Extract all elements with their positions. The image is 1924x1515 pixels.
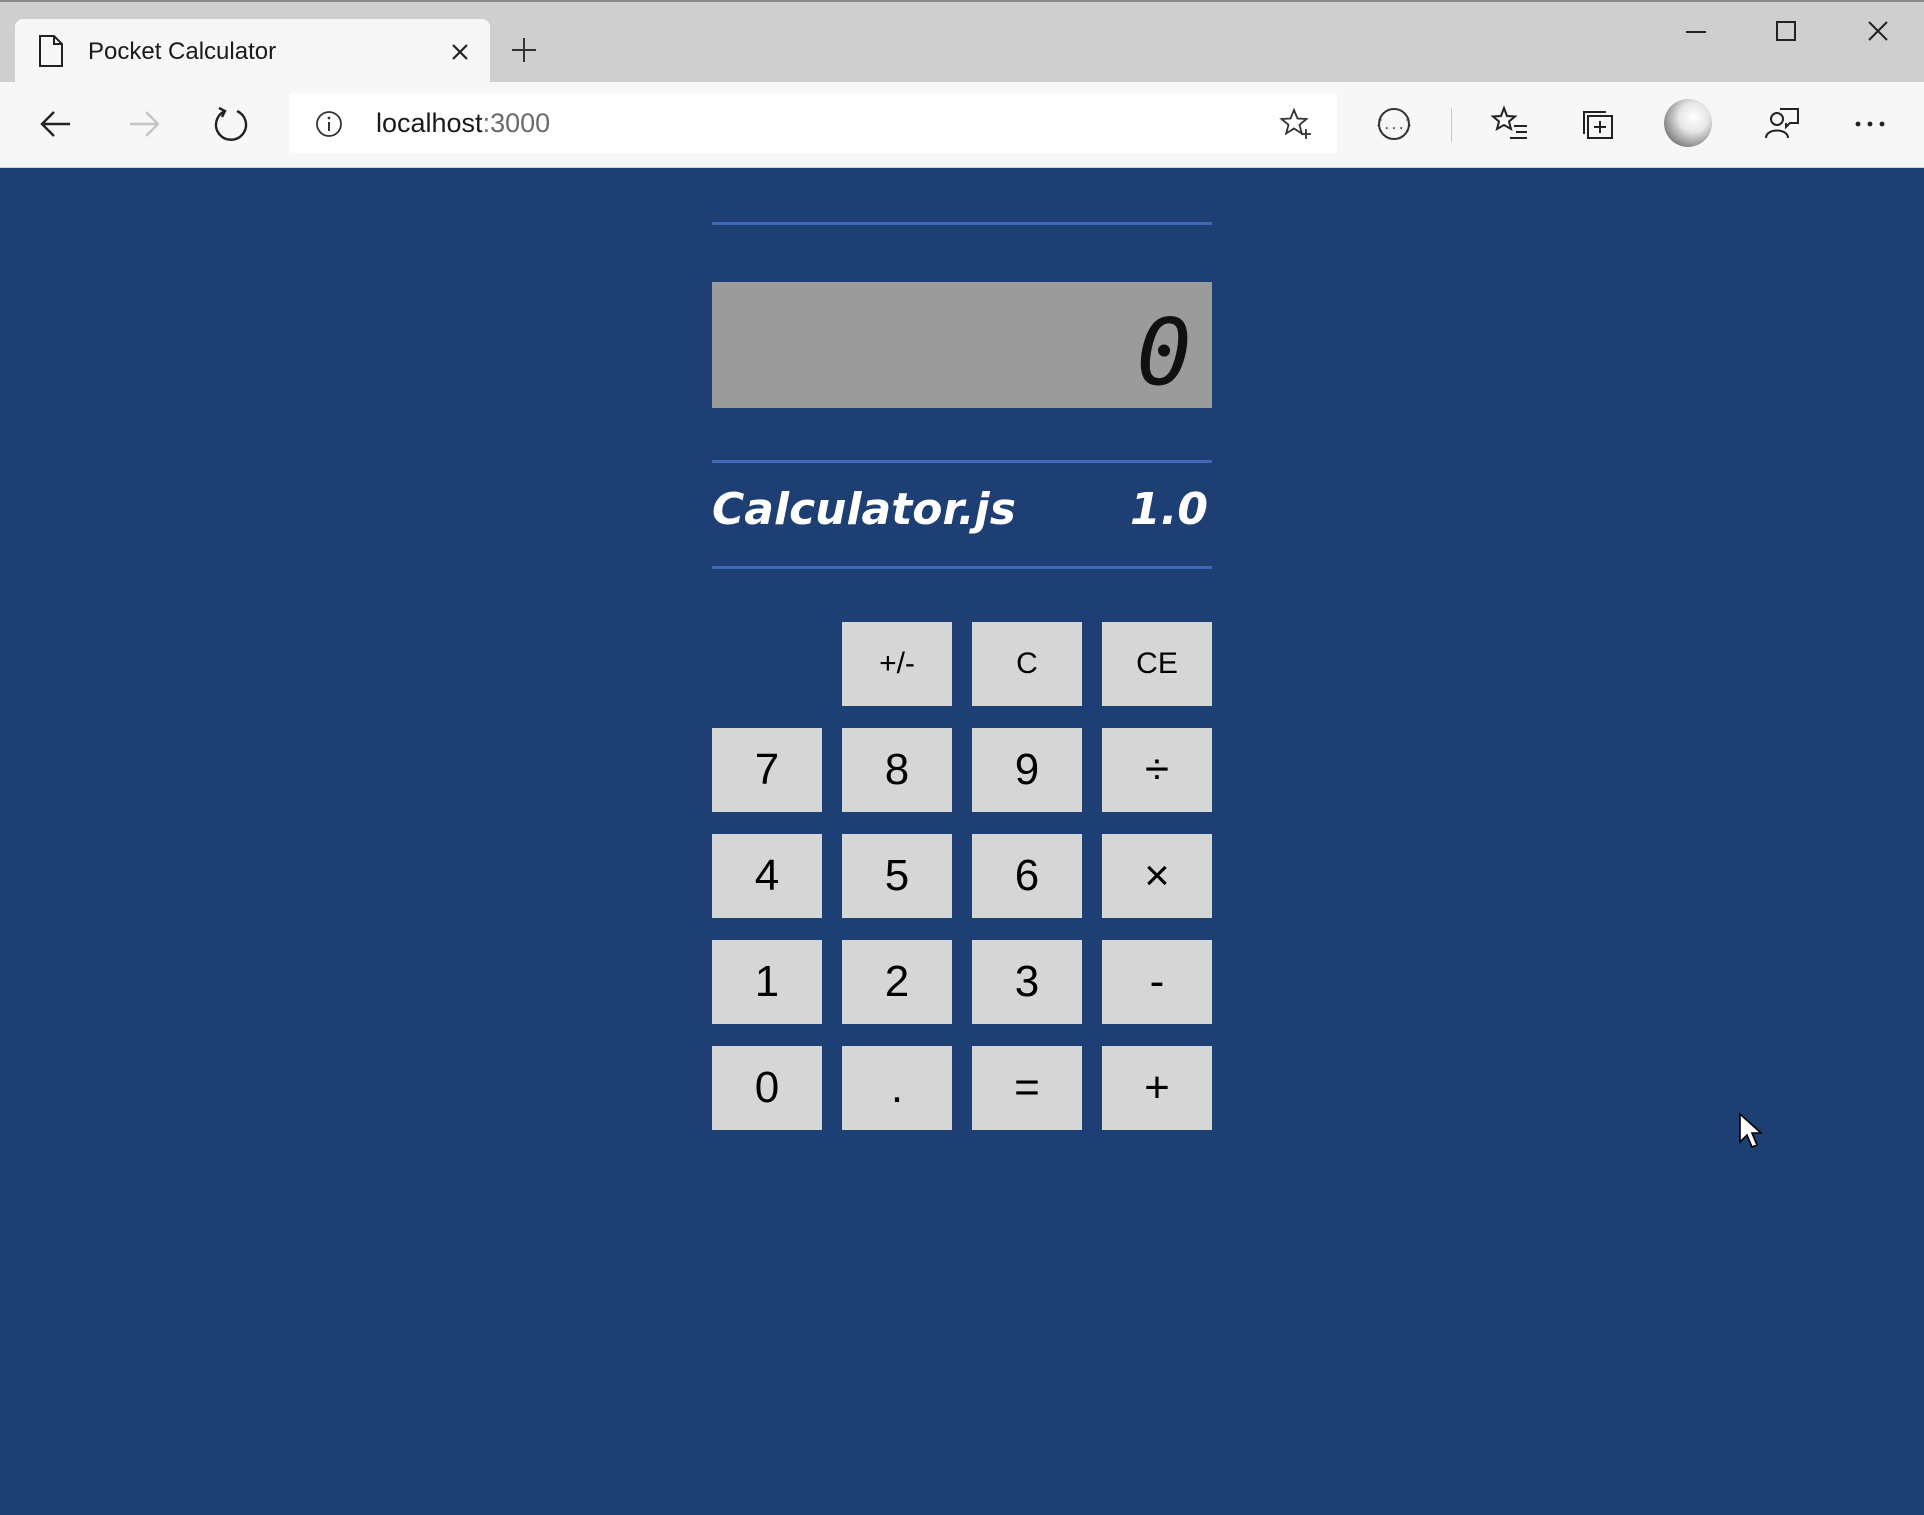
favorites-icon[interactable]	[1490, 104, 1530, 144]
top-rule	[712, 222, 1212, 225]
address-bar[interactable]: localhost:3000	[289, 93, 1337, 153]
browser-toolbar: localhost:3000 {...}	[0, 82, 1924, 168]
digit-5-button[interactable]: 5	[842, 834, 952, 918]
maximize-icon[interactable]	[1756, 14, 1816, 50]
url-host: localhost	[376, 108, 483, 138]
multiply-button[interactable]: ×	[1102, 834, 1212, 918]
page-icon	[39, 35, 63, 67]
brand-bottom-rule	[712, 566, 1212, 569]
display-digit: 0	[1140, 300, 1188, 390]
site-info-icon[interactable]	[315, 110, 343, 138]
digit-1-button[interactable]: 1	[712, 940, 822, 1024]
decimal-point-button[interactable]: .	[842, 1046, 952, 1130]
more-options-icon[interactable]	[1850, 104, 1890, 144]
brand-version: 1.0	[1130, 484, 1208, 535]
url-port: :3000	[482, 108, 551, 138]
sign-toggle-button[interactable]: +/-	[842, 622, 952, 706]
forward-arrow-icon[interactable]	[124, 104, 164, 144]
digit-6-button[interactable]: 6	[972, 834, 1082, 918]
tab-title: Pocket Calculator	[88, 38, 277, 65]
brand-top-rule	[712, 460, 1212, 463]
tab-strip: Pocket Calculator	[0, 0, 1924, 84]
keypad: +/- C CE 7 8 9 ÷ 4 5 6 × 1 2 3 - 0 . = +	[712, 622, 1212, 1130]
digit-3-button[interactable]: 3	[972, 940, 1082, 1024]
add-button[interactable]: +	[1102, 1046, 1212, 1130]
digit-8-button[interactable]: 8	[842, 728, 952, 812]
calculator-display: 0	[712, 282, 1212, 408]
add-favorite-star-icon[interactable]	[1279, 107, 1313, 141]
digit-4-button[interactable]: 4	[712, 834, 822, 918]
divide-button[interactable]: ÷	[1102, 728, 1212, 812]
svg-text:{...}: {...}	[1376, 118, 1412, 132]
profile-avatar[interactable]	[1664, 99, 1712, 147]
digit-0-button[interactable]: 0	[712, 1046, 822, 1130]
close-tab-icon[interactable]	[449, 41, 471, 63]
display-value: 0	[1140, 300, 1188, 390]
collections-icon[interactable]	[1578, 104, 1618, 144]
close-window-icon[interactable]	[1848, 14, 1908, 50]
toolbar-separator	[1451, 108, 1452, 142]
feedback-icon[interactable]	[1762, 104, 1802, 144]
digit-2-button[interactable]: 2	[842, 940, 952, 1024]
clear-entry-button[interactable]: CE	[1102, 622, 1212, 706]
brand-name: Calculator.js	[712, 484, 1016, 535]
refresh-icon[interactable]	[211, 104, 251, 144]
clear-button[interactable]: C	[972, 622, 1082, 706]
subtract-button[interactable]: -	[1102, 940, 1212, 1024]
minimize-icon[interactable]	[1666, 14, 1726, 50]
back-arrow-icon[interactable]	[36, 104, 76, 144]
browser-tab[interactable]: Pocket Calculator	[15, 19, 490, 84]
digit-7-button[interactable]: 7	[712, 728, 822, 812]
new-tab-icon[interactable]	[510, 36, 538, 64]
digit-9-button[interactable]: 9	[972, 728, 1082, 812]
mouse-pointer-icon	[1739, 1112, 1764, 1149]
equals-button[interactable]: =	[972, 1046, 1082, 1130]
url-text[interactable]: localhost:3000	[376, 108, 550, 139]
extension-braces-icon[interactable]: {...}	[1374, 104, 1414, 144]
